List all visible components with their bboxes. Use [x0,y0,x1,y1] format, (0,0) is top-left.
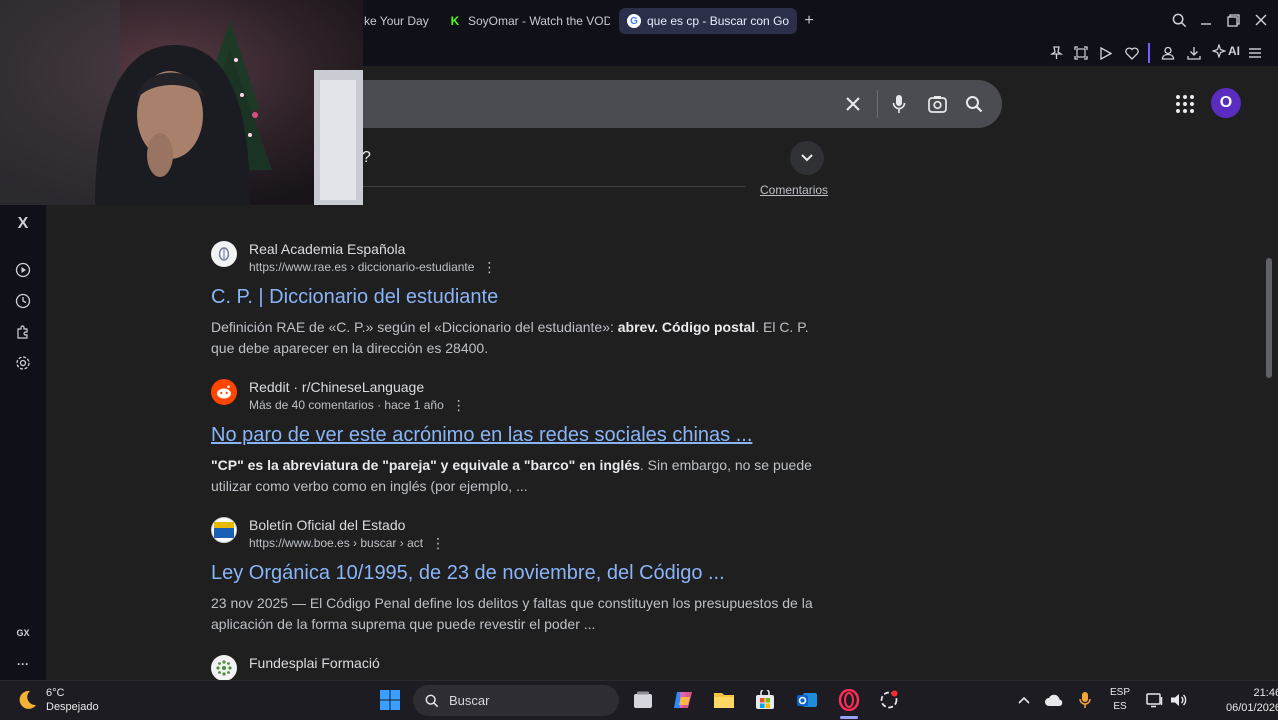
result-snippet: "CP" es la abreviatura de "pareja" y equ… [211,457,812,494]
minimize-icon[interactable] [1196,10,1216,30]
webcam-overlay [0,0,363,205]
outlook-icon[interactable] [795,688,819,712]
result-url: Más de 40 comentarios · hace 1 año [249,398,444,412]
download-icon[interactable] [1184,43,1204,63]
toolbar-separator [1148,43,1150,63]
microphone-tray-icon[interactable] [1073,688,1097,712]
result-title-link[interactable]: No paro de ver este acrónimo en las rede… [211,422,831,448]
temperature: 6°C [46,687,65,699]
tab-label: ke Your Day [364,14,429,28]
keyboard-language[interactable]: ESP ES [1104,686,1136,714]
microsoft-store-icon[interactable] [753,688,777,712]
search-icon[interactable] [962,92,986,116]
result-site-name: Reddit · r/ChineseLanguage [249,379,425,395]
ai-label: AI [1228,44,1240,58]
result-site-name: Boletín Oficial del Estado [249,517,406,533]
copilot-icon[interactable] [671,688,695,712]
heart-icon[interactable] [1122,43,1142,63]
taskbar-clock[interactable]: 21:46 06/01/2026 [1226,686,1278,716]
tab-soyomar-vod[interactable]: K SoyOmar - Watch the VOD [440,8,610,34]
moon-icon [19,690,36,709]
account-avatar[interactable]: O [1211,88,1241,118]
result-snippet: Definición RAE de «C. P.» según el «Dicc… [211,319,809,356]
search-divider [877,90,878,118]
tray-chevron-up-icon[interactable] [1012,688,1036,712]
settings-gear-icon[interactable] [12,352,34,374]
tab-label: SoyOmar - Watch the VOD [468,14,610,28]
active-app-indicator [840,716,858,719]
section-divider [340,186,746,187]
result-title-link[interactable]: C. P. | Diccionario del estudiante [211,284,831,310]
layout-code: ES [1113,701,1127,712]
gx-corner-icon[interactable]: GX [12,622,34,644]
new-tab-button[interactable]: + [800,12,818,30]
taskbar-search[interactable]: Buscar [413,685,619,716]
reddit-favicon-icon [211,379,237,405]
result-url: https://www.rae.es › diccionario-estudia… [249,260,475,274]
task-view-icon[interactable] [631,688,655,712]
tab-label: que es cp - Buscar con Go [647,14,790,28]
pin-icon[interactable] [1046,43,1066,63]
search-result: Reddit · r/ChineseLanguage Más de 40 com… [211,379,831,497]
feedback-link[interactable]: Comentarios [760,183,828,197]
result-site-name: Fundesplai Formació [249,655,380,671]
extensions-icon[interactable] [12,321,34,343]
tab-google-search[interactable]: G que es cp - Buscar con Go [619,8,797,34]
result-url: https://www.boe.es › buscar › act [249,536,424,550]
microphone-icon[interactable] [887,92,911,116]
history-icon[interactable] [12,290,34,312]
chatgpt-icon[interactable] [877,688,901,712]
easy-setup-icon[interactable] [1245,43,1265,63]
fundesplai-favicon-icon [211,655,237,681]
search-result: Real Academia Española https://www.rae.e… [211,241,831,359]
page-scrollbar[interactable] [1266,258,1272,378]
account-icon[interactable] [1158,43,1178,63]
result-snippet: 23 nov 2025 — El Código Penal define los… [211,595,813,632]
result-site-name: Real Academia Española [249,241,406,257]
more-options-icon[interactable]: ⋮ [431,533,445,553]
boe-favicon-icon [211,517,237,543]
weather-condition: Despejado [46,701,99,713]
weather-widget[interactable]: 6°C Despejado [16,686,99,714]
close-window-icon[interactable] [1251,10,1271,30]
search-result: Fundesplai Formació [211,655,831,681]
windows-start-icon[interactable] [378,688,402,712]
restore-icon[interactable] [1223,10,1243,30]
sidebar-more-icon[interactable]: ··· [12,653,34,675]
chevron-down-icon[interactable] [790,141,824,175]
aria-ai-button[interactable]: AI [1212,44,1240,58]
taskbar-search-icon [425,694,439,707]
search-result: Boletín Oficial del Estado https://www.b… [211,517,831,635]
volume-icon[interactable] [1167,688,1191,712]
result-title-link[interactable]: Ley Orgánica 10/1995, de 23 de noviembre… [211,560,831,586]
snapshot-icon[interactable] [1071,43,1091,63]
more-options-icon[interactable]: ⋮ [482,257,496,277]
tab-ke-your-day[interactable]: ke Your Day [356,8,446,34]
opera-gx-icon[interactable] [836,688,862,712]
clear-search-icon[interactable] [841,92,865,116]
language-code: ESP [1109,687,1130,698]
google-apps-icon[interactable] [1174,93,1196,115]
network-icon[interactable] [1143,688,1167,712]
file-explorer-icon[interactable] [712,688,736,712]
more-options-icon[interactable]: ⋮ [452,395,466,415]
google-icon: G [627,14,641,28]
clock-time: 21:46 [1253,687,1278,699]
rae-favicon-icon [211,241,237,267]
x-twitter-icon[interactable]: X [12,213,34,235]
ai-sparkle-icon [1212,44,1226,58]
kick-icon: K [450,14,460,28]
onedrive-cloud-icon[interactable] [1042,688,1066,712]
lens-camera-icon[interactable] [925,92,949,116]
taskbar-search-label: Buscar [449,693,490,708]
player-icon[interactable] [1096,43,1116,63]
tab-search-icon[interactable] [1169,10,1189,30]
clock-date: 06/01/2026 [1226,702,1278,714]
player-sidebar-icon[interactable] [12,259,34,281]
related-question-text: ? [362,149,371,166]
